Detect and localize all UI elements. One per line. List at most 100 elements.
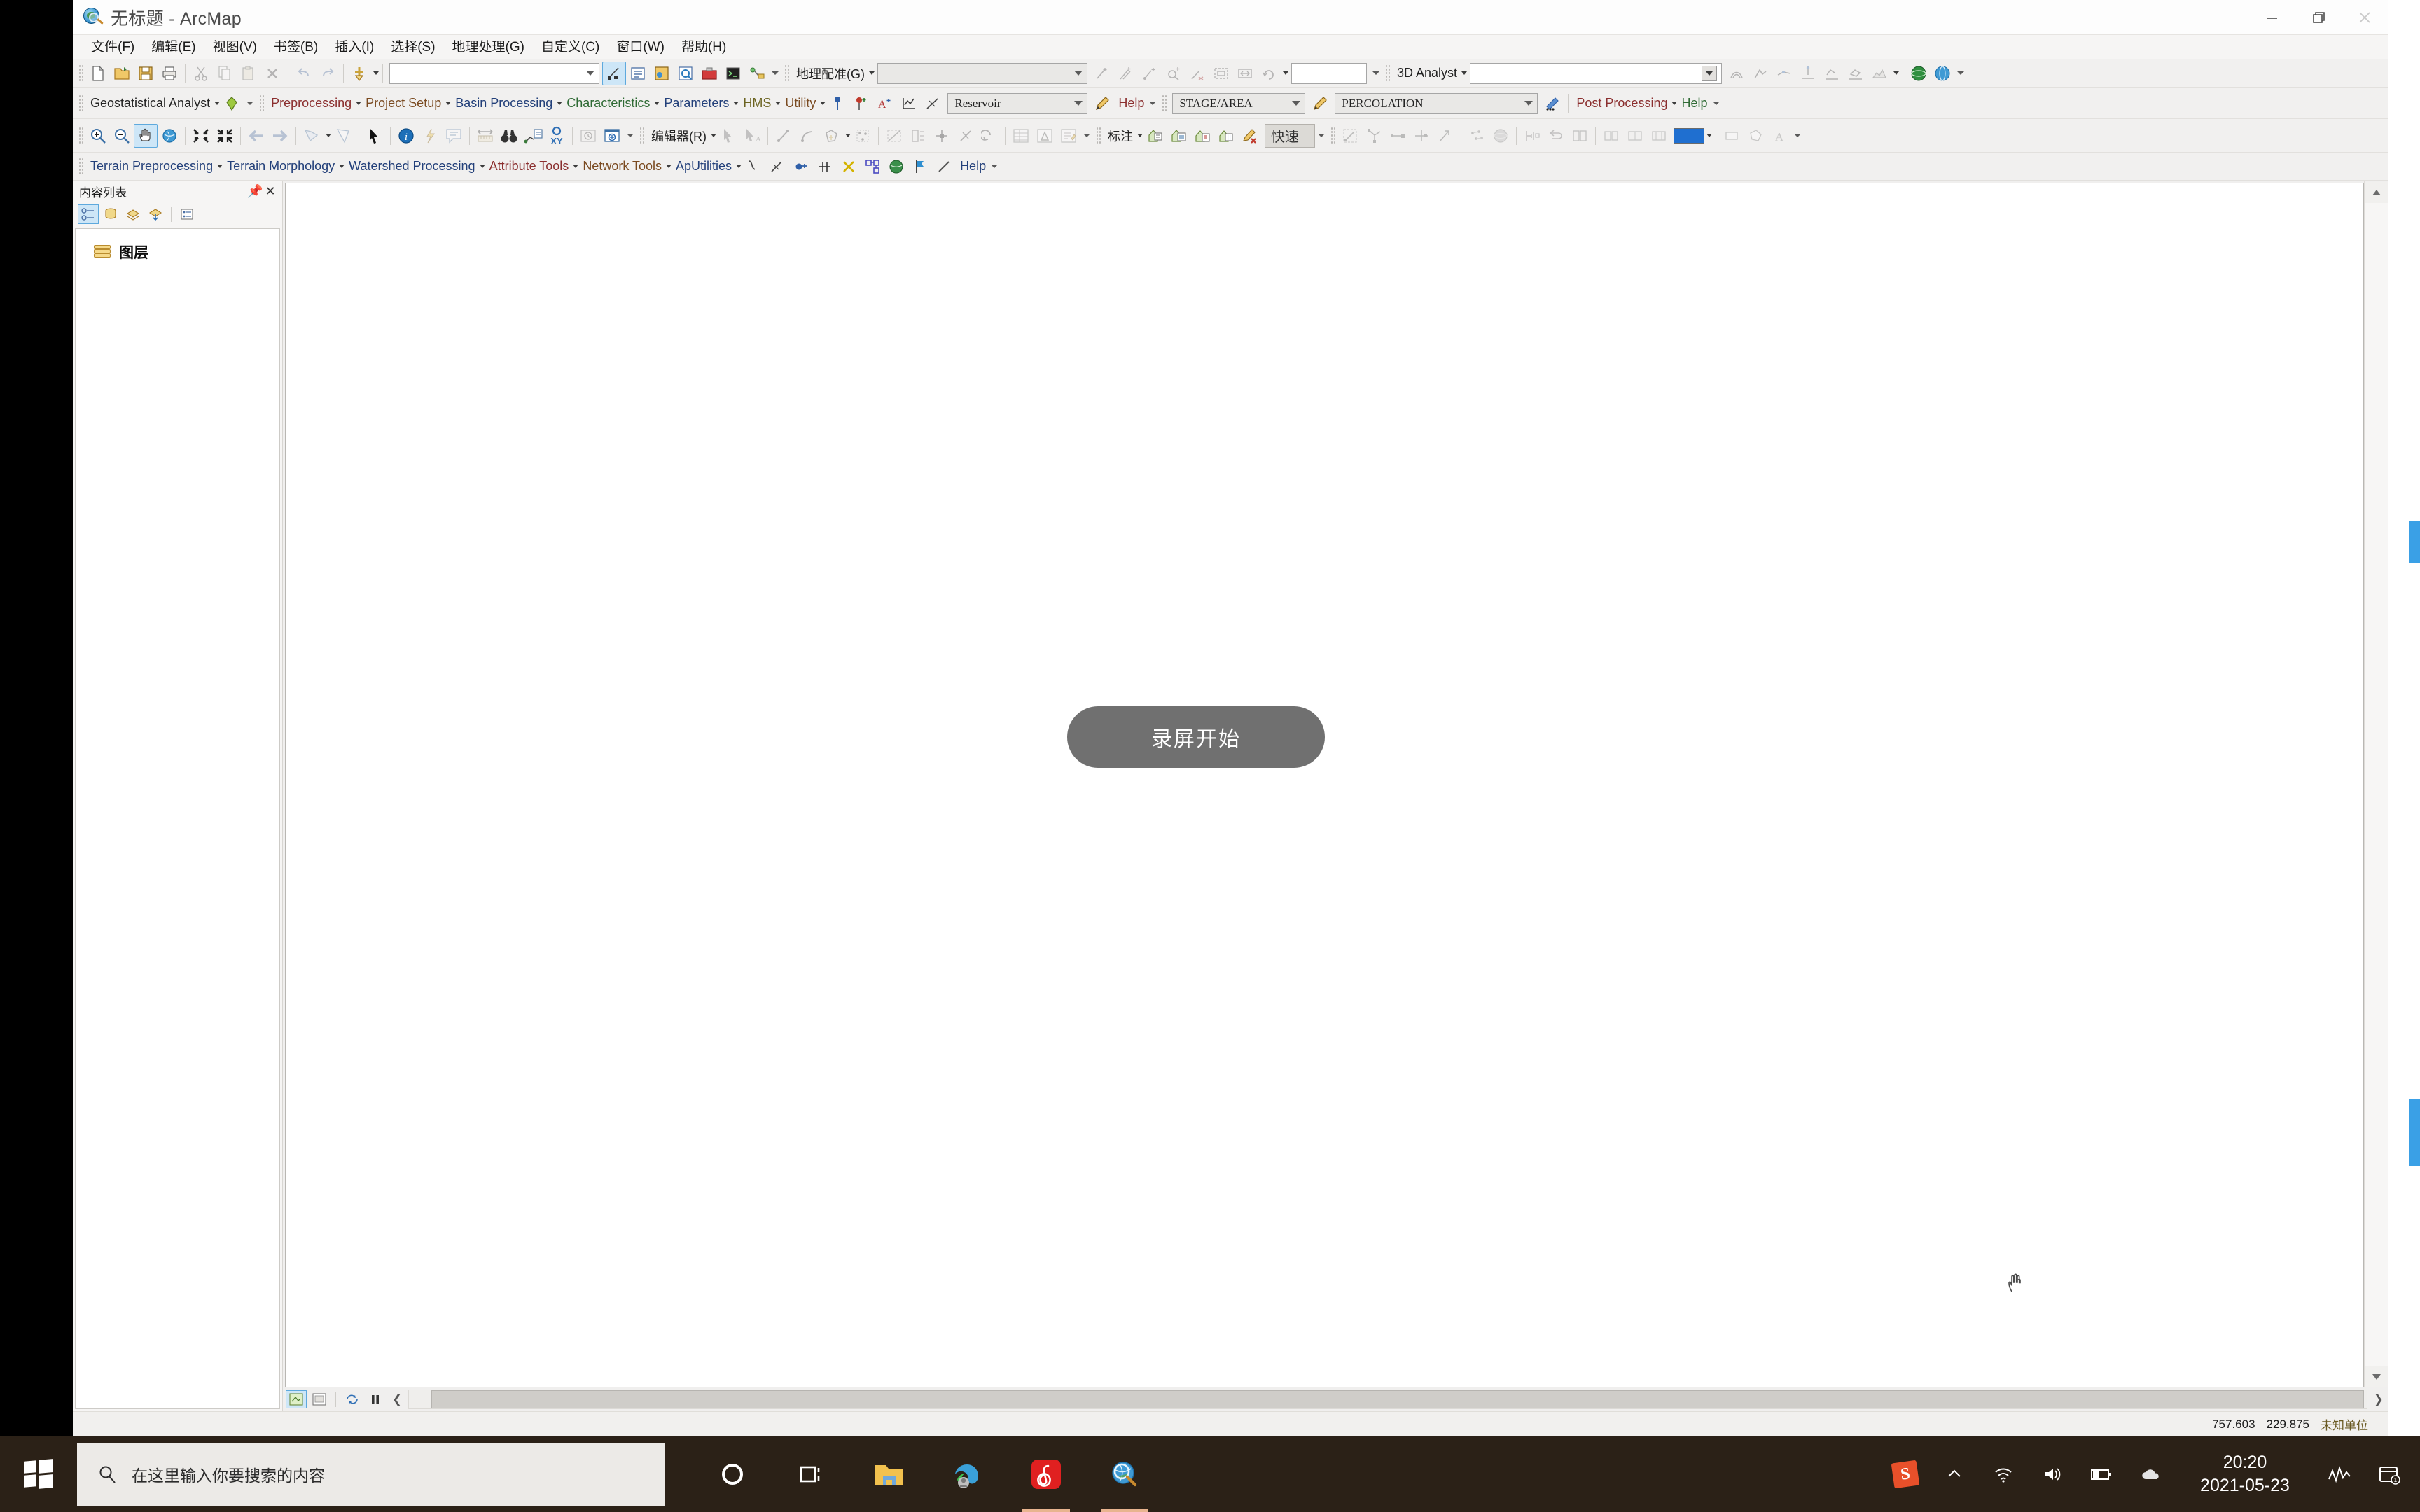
measure-icon[interactable] <box>473 124 497 148</box>
paste-icon[interactable] <box>237 62 260 85</box>
chevron-down-icon[interactable] <box>1671 102 1678 105</box>
list-by-selection-icon[interactable] <box>145 204 166 224</box>
toolbar-overflow-icon[interactable] <box>625 127 635 145</box>
menu-bookmarks[interactable]: 书签(B) <box>265 38 326 56</box>
select-features-icon[interactable] <box>300 124 324 148</box>
terrain-morphology-menu[interactable]: Terrain Morphology <box>223 159 337 174</box>
go-back-extent-icon[interactable] <box>244 124 268 148</box>
python-window-icon[interactable] <box>721 62 745 85</box>
geostatistical-analyst-menu[interactable]: Geostatistical Analyst <box>86 96 212 111</box>
menu-selection[interactable]: 选择(S) <box>382 38 443 56</box>
assign-point-icon[interactable] <box>789 155 813 178</box>
chevron-down-icon[interactable] <box>573 164 579 168</box>
delete-link-icon[interactable] <box>1185 62 1209 85</box>
time-slider-icon[interactable] <box>576 124 600 148</box>
editor-menu[interactable]: 编辑器(R) <box>647 127 709 145</box>
straight-segment-icon[interactable] <box>772 124 795 148</box>
watershed-processing-menu[interactable]: Watershed Processing <box>345 159 477 174</box>
snap-node-icon[interactable] <box>813 155 837 178</box>
toolbar-overflow-icon[interactable] <box>1956 64 1966 83</box>
view-link-table-icon[interactable] <box>1138 62 1162 85</box>
pan-hand-icon[interactable] <box>134 123 158 148</box>
post-processing-help-button[interactable]: Help <box>1677 96 1709 111</box>
cut-icon[interactable] <box>189 62 213 85</box>
aputilities-menu[interactable]: ApUtilities <box>672 159 734 174</box>
taskbar-edge[interactable] <box>929 1436 1007 1512</box>
geodatabase-tool-icon[interactable] <box>1520 124 1544 148</box>
map-canvas[interactable]: 录屏开始 <box>285 183 2364 1387</box>
catalog-icon[interactable] <box>650 62 674 85</box>
toolbar-grip[interactable] <box>78 64 83 83</box>
undo-edit-icon[interactable] <box>978 124 1001 148</box>
taskbar-netease-music[interactable] <box>1007 1436 1085 1512</box>
georeferencing-value-field[interactable] <box>1291 62 1367 84</box>
toolbar-grip[interactable] <box>784 64 789 83</box>
taskbar-clock[interactable]: 20:20 2021-05-23 <box>2175 1436 2315 1512</box>
draw-polygon-icon[interactable] <box>1744 124 1767 148</box>
flow-path-tracing-icon[interactable] <box>742 155 765 178</box>
chevron-down-icon[interactable] <box>356 102 362 105</box>
toolbar-grip[interactable] <box>259 94 265 113</box>
interpolate-polygon-icon[interactable] <box>1844 62 1868 85</box>
post-processing-tool-icon[interactable] <box>1541 92 1564 115</box>
scroll-track[interactable] <box>2365 203 2388 1366</box>
interpolate-point-icon[interactable] <box>1796 62 1820 85</box>
restore-button[interactable] <box>2295 0 2342 35</box>
minimize-button[interactable] <box>2249 0 2295 35</box>
sketch-pencil-icon[interactable] <box>932 155 956 178</box>
volume-mixer-icon[interactable] <box>2315 1436 2364 1512</box>
menu-file[interactable]: 文件(F) <box>83 38 143 56</box>
scroll-thumb[interactable] <box>431 1390 2364 1408</box>
edit-vertices-icon[interactable] <box>851 124 875 148</box>
slope-measure-icon[interactable] <box>765 155 789 178</box>
toolbar-overflow-icon[interactable] <box>989 158 999 176</box>
chevron-down-icon[interactable] <box>820 102 826 105</box>
draw-rectangle-icon[interactable] <box>1720 124 1744 148</box>
attributes-table-icon[interactable] <box>1009 124 1033 148</box>
map-vertical-scrollbar[interactable] <box>2364 181 2388 1387</box>
add-data-icon[interactable] <box>347 62 371 85</box>
sogou-input-icon[interactable]: S <box>1881 1436 1930 1512</box>
chevron-down-icon[interactable] <box>1137 134 1143 137</box>
scroll-up-icon[interactable] <box>2365 182 2388 203</box>
toc-options-icon[interactable] <box>176 204 197 224</box>
taskbar-cortana[interactable] <box>693 1436 772 1512</box>
fixed-zoom-in-icon[interactable] <box>189 124 213 148</box>
zoom-in-icon[interactable] <box>86 124 110 148</box>
map-scale-combo[interactable] <box>389 62 599 84</box>
print-icon[interactable] <box>158 62 181 85</box>
draw-text-icon[interactable]: A <box>1767 124 1791 148</box>
save-icon[interactable] <box>134 62 158 85</box>
chevron-down-icon[interactable] <box>1461 71 1468 75</box>
go-to-xy-icon[interactable]: XY <box>545 124 569 148</box>
chevron-down-icon[interactable] <box>557 102 563 105</box>
add-control-points-icon[interactable] <box>1090 62 1114 85</box>
new-document-icon[interactable] <box>86 62 110 85</box>
line-of-sight-icon[interactable] <box>1772 62 1796 85</box>
preprocessing-menu[interactable]: Preprocessing <box>267 96 354 111</box>
edit-tool-arrow-icon[interactable] <box>716 124 740 148</box>
intersect-icon[interactable] <box>837 155 861 178</box>
menu-window[interactable]: 窗口(W) <box>608 38 673 56</box>
toolbar-overflow-icon[interactable] <box>1148 94 1157 113</box>
fill-color-swatch[interactable] <box>1674 127 1704 144</box>
contour-tool-icon[interactable] <box>1725 62 1748 85</box>
chevron-down-icon[interactable] <box>479 164 485 168</box>
taskbar-task-view[interactable] <box>772 1436 850 1512</box>
taskbar-arcmap[interactable] <box>1085 1436 1164 1512</box>
toc-tree[interactable]: 图层 <box>75 228 280 1409</box>
zoom-out-icon[interactable] <box>110 124 134 148</box>
list-by-visibility-icon[interactable] <box>123 204 144 224</box>
measure-slope-icon[interactable] <box>921 92 945 115</box>
data-view-button[interactable] <box>286 1390 307 1408</box>
validate-topology-icon[interactable] <box>1465 124 1489 148</box>
basin-processing-menu[interactable]: Basin Processing <box>451 96 555 111</box>
create-viewer-window-icon[interactable] <box>600 124 624 148</box>
table-of-contents-icon[interactable] <box>626 62 650 85</box>
delete-icon[interactable] <box>260 62 284 85</box>
edit-pencil-icon[interactable] <box>1308 92 1332 115</box>
chevron-down-icon[interactable] <box>326 134 331 137</box>
georeferencing-layer-combo[interactable] <box>877 62 1087 84</box>
network-tools-menu[interactable]: Network Tools <box>578 159 664 174</box>
toolbar-grip[interactable] <box>78 94 83 113</box>
